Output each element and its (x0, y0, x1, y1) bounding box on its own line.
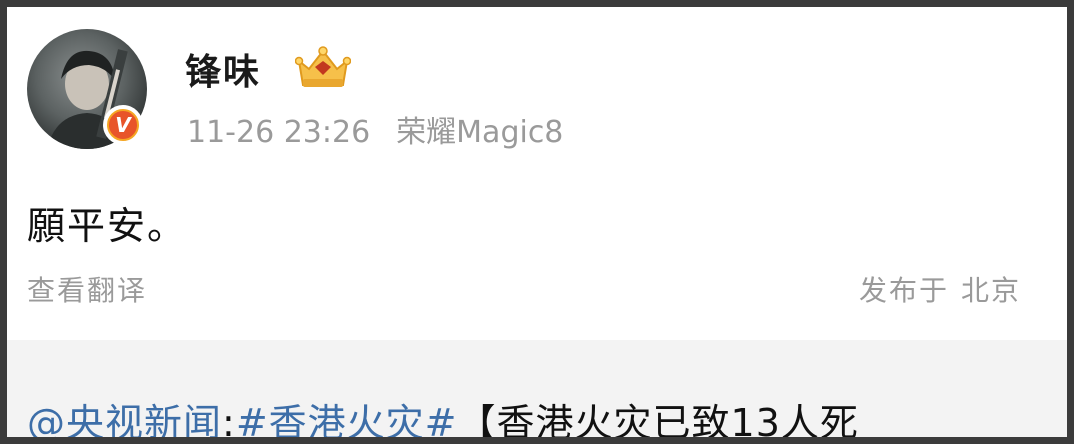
post-location: 发布于 北京 (859, 269, 1021, 309)
weibo-post: V 锋味 11-26 23:26 荣耀Magic8 願平安。 查看翻译 发布于 北京 (7, 7, 1067, 340)
hashtag-link[interactable]: #香港火灾# (236, 401, 458, 437)
location-prefix: 发布于 (858, 274, 949, 307)
repost-body-text: 【香港火灾已致13人死 (457, 401, 859, 444)
translate-link[interactable]: 查看翻译 (27, 269, 147, 309)
reposted-content[interactable]: @央视新闻:#香港火灾#【香港火灾已致13人死 (7, 340, 1067, 437)
crown-badge-icon[interactable] (295, 45, 351, 91)
repost-text: @央视新闻:#香港火灾#【香港火灾已致13人死 (27, 392, 859, 444)
mention-link[interactable]: @央视新闻 (27, 401, 222, 437)
verified-v-icon: V (103, 105, 143, 145)
mention-separator: : (222, 401, 236, 444)
post-timestamp: 11-26 23:26 (187, 115, 371, 150)
post-content: 願平安。 (27, 204, 188, 248)
location-city: 北京 (960, 274, 1021, 307)
screenshot-frame: V 锋味 11-26 23:26 荣耀Magic8 願平安。 查看翻译 发布于 北京… (0, 0, 1074, 444)
post-device: 荣耀Magic8 (396, 115, 564, 150)
verified-badge-letter: V (107, 109, 139, 141)
post-meta: 11-26 23:26 荣耀Magic8 (187, 107, 563, 151)
username[interactable]: 锋味 (185, 43, 261, 95)
